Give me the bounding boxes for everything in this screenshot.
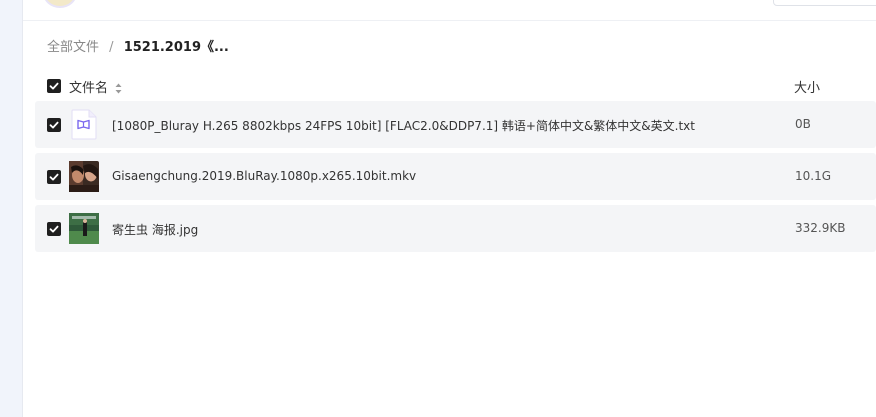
table-row[interactable]: 寄生虫 海报.jpg 332.9KB bbox=[35, 205, 876, 252]
breadcrumb-root[interactable]: 全部文件 bbox=[47, 40, 99, 55]
search-input[interactable] bbox=[773, 0, 876, 6]
video-thumbnail bbox=[69, 161, 99, 192]
column-header-size[interactable]: 大小 bbox=[794, 77, 820, 96]
file-name[interactable]: 寄生虫 海报.jpg bbox=[112, 221, 198, 238]
file-size: 332.9KB bbox=[795, 221, 846, 235]
breadcrumb-current: 1521.2019《... bbox=[123, 40, 229, 55]
breadcrumb-separator: / bbox=[109, 40, 114, 55]
text-file-icon bbox=[71, 109, 97, 140]
sort-icon[interactable] bbox=[115, 83, 122, 94]
table-row[interactable]: Gisaengchung.2019.BluRay.1080p.x265.10bi… bbox=[35, 153, 876, 200]
file-name[interactable]: Gisaengchung.2019.BluRay.1080p.x265.10bi… bbox=[112, 169, 416, 183]
file-name[interactable]: [1080P_Bluray H.265 8802kbps 24FPS 10bit… bbox=[112, 117, 695, 134]
row-checkbox[interactable] bbox=[47, 222, 61, 236]
column-name-label: 文件名 bbox=[69, 81, 109, 96]
row-checkbox[interactable] bbox=[47, 170, 61, 184]
check-icon bbox=[49, 225, 59, 233]
file-size: 0B bbox=[795, 117, 811, 131]
file-size: 10.1G bbox=[795, 169, 832, 183]
table-row[interactable]: [1080P_Bluray H.265 8802kbps 24FPS 10bit… bbox=[35, 101, 876, 148]
image-thumbnail bbox=[69, 213, 99, 244]
column-header-name[interactable]: 文件名 bbox=[69, 77, 122, 96]
table-header: 文件名 大小 bbox=[35, 74, 876, 96]
top-header bbox=[23, 0, 876, 21]
select-all-checkbox[interactable] bbox=[47, 79, 61, 93]
row-checkbox[interactable] bbox=[47, 118, 61, 132]
breadcrumb: 全部文件 / 1521.2019《... bbox=[47, 36, 229, 55]
check-icon bbox=[49, 173, 59, 181]
sidebar-strip bbox=[0, 0, 23, 417]
check-icon bbox=[49, 82, 59, 90]
avatar[interactable] bbox=[43, 0, 77, 8]
check-icon bbox=[49, 121, 59, 129]
